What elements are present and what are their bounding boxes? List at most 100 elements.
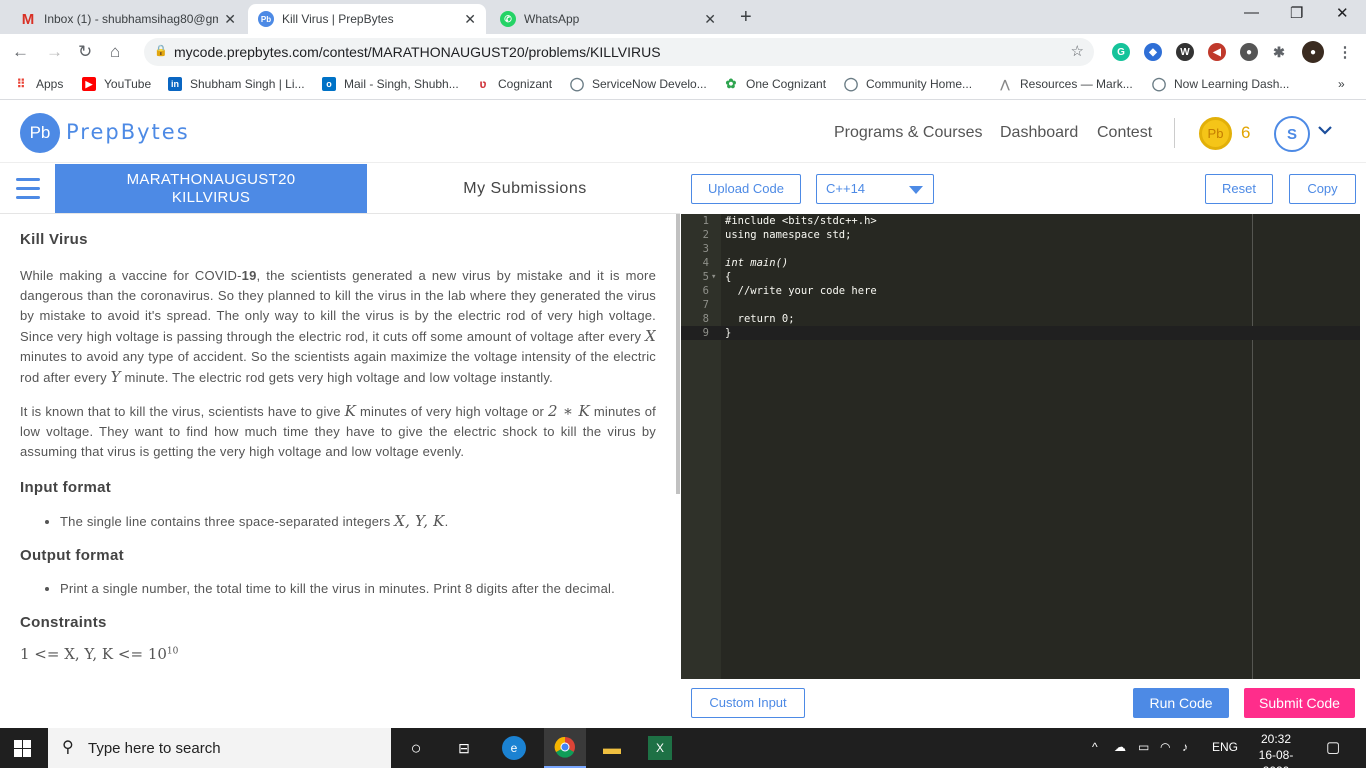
back-icon[interactable]: ← xyxy=(12,42,29,62)
bookmark-cognizant[interactable]: ʋ Cognizant xyxy=(476,77,553,91)
minimize-icon[interactable]: — xyxy=(1244,4,1259,21)
bookmark-star-icon[interactable]: ☆ xyxy=(1071,42,1084,60)
extension-icon[interactable]: ● xyxy=(1240,43,1258,61)
tab-my-submissions[interactable]: My Submissions xyxy=(370,164,680,213)
copy-button[interactable]: Copy xyxy=(1289,174,1356,204)
math: 2 ∗ K xyxy=(548,402,590,420)
bookmarks-overflow[interactable]: » xyxy=(1338,77,1345,91)
prepbytes-logo-icon[interactable]: Pb xyxy=(20,113,60,153)
code-line: 3 xyxy=(681,242,1360,256)
line-number: 9 xyxy=(702,327,709,339)
forward-icon[interactable]: → xyxy=(46,42,63,62)
bookmark-one-cognizant[interactable]: ✿ One Cognizant xyxy=(724,76,827,91)
math: K xyxy=(344,402,357,420)
language-select[interactable]: C++14 xyxy=(816,174,934,204)
apps-grid-icon: ⠿ xyxy=(16,77,26,91)
excel-icon[interactable]: X xyxy=(648,736,672,760)
close-tab-icon[interactable]: ✕ xyxy=(464,11,476,28)
profile-avatar[interactable]: ● xyxy=(1302,41,1324,63)
youtube-icon: ▶ xyxy=(82,77,96,91)
url-field[interactable]: 🔒 mycode.prepbytes.com/contest/MARATHONA… xyxy=(144,38,1094,66)
gmail-icon: M xyxy=(21,10,35,28)
clock[interactable]: 20:32 16-08-2020 xyxy=(1246,731,1306,779)
line-number: 5 xyxy=(702,271,709,283)
tab-gmail[interactable]: M Inbox (1) - shubhamsihag80@gm ✕ xyxy=(10,4,246,34)
bookmark-mail[interactable]: o Mail - Singh, Shubh... xyxy=(322,77,459,91)
upload-code-button[interactable]: Upload Code xyxy=(691,174,801,204)
math: X, Y, K xyxy=(394,512,445,530)
code-text: using namespace std; xyxy=(725,229,852,241)
custom-input-button[interactable]: Custom Input xyxy=(691,688,805,718)
close-window-icon[interactable]: ✕ xyxy=(1336,4,1349,22)
notifications-icon[interactable]: ▢ xyxy=(1326,738,1340,756)
bookmark-label: Resources — Mark... xyxy=(1020,77,1133,91)
tray-chevron-icon[interactable]: ^ xyxy=(1092,740,1098,754)
restore-icon[interactable]: ❐ xyxy=(1290,4,1303,22)
home-icon[interactable]: ⌂ xyxy=(110,42,120,62)
chevron-down-icon[interactable] xyxy=(1318,122,1332,140)
code-text: } xyxy=(725,327,732,339)
prepbytes-logo-text[interactable]: PrepBytes xyxy=(66,120,190,144)
submit-code-button[interactable]: Submit Code xyxy=(1244,688,1355,718)
chrome-taskbar-item[interactable] xyxy=(544,728,586,768)
wifi-icon[interactable]: ◠ xyxy=(1160,740,1170,754)
extension-icon[interactable]: W xyxy=(1176,43,1194,61)
bookmark-apps[interactable]: ⠿ Apps xyxy=(14,77,64,91)
one-cognizant-icon: ✿ xyxy=(725,76,737,91)
tab-problem[interactable]: MARATHONAUGUST20 KILLVIRUS xyxy=(55,164,367,213)
hamburger-menu-icon[interactable] xyxy=(16,178,40,205)
cortana-icon[interactable]: ○ xyxy=(404,736,428,760)
tab-title: Kill Virus | PrepBytes xyxy=(282,12,394,26)
text: minute. The electric rod gets very high … xyxy=(120,370,553,385)
scrollbar[interactable] xyxy=(676,214,680,494)
run-code-button[interactable]: Run Code xyxy=(1133,688,1229,718)
close-tab-icon[interactable]: ✕ xyxy=(224,11,236,28)
tab-whatsapp[interactable]: ✆ WhatsApp ✕ xyxy=(490,4,726,34)
puzzle-icon[interactable]: ✱ xyxy=(1270,43,1288,61)
battery-icon[interactable]: ▭ xyxy=(1138,740,1149,754)
windows-taskbar: ⚲ Type here to search ○ ⊟ e ▬ X ^ ☁ ▭ ◠ … xyxy=(0,728,1366,778)
bookmark-label: YouTube xyxy=(104,77,152,91)
grammarly-icon[interactable]: G xyxy=(1112,43,1130,61)
bookmark-servicenow[interactable]: ◯ ServiceNow Develo... xyxy=(570,76,707,91)
fold-icon[interactable]: ▾ xyxy=(711,270,716,284)
list-item: The single line contains three space-sep… xyxy=(60,511,656,532)
reload-icon[interactable]: ↻ xyxy=(78,42,92,62)
volume-icon[interactable]: ♪ xyxy=(1182,740,1188,754)
windows-start-icon[interactable] xyxy=(14,740,31,757)
close-tab-icon[interactable]: ✕ xyxy=(704,11,716,28)
bookmark-youtube[interactable]: ▶ YouTube xyxy=(82,77,151,91)
bookmark-linkedin[interactable]: in Shubham Singh | Li... xyxy=(168,77,305,91)
taskbar-search[interactable]: ⚲ Type here to search xyxy=(48,728,391,768)
text: digits after the decimal. xyxy=(472,581,615,596)
nav-programs-courses[interactable]: Programs & Courses xyxy=(834,124,983,142)
bookmark-community[interactable]: ◯ Community Home... xyxy=(843,76,972,91)
onedrive-icon[interactable]: ☁ xyxy=(1114,740,1126,754)
user-avatar[interactable]: S xyxy=(1274,116,1310,152)
kebab-menu-icon[interactable]: ⋮ xyxy=(1336,43,1354,61)
nav-contest[interactable]: Contest xyxy=(1097,124,1152,142)
reset-button[interactable]: Reset xyxy=(1205,174,1273,204)
bookmark-now-learning[interactable]: ◯ Now Learning Dash... xyxy=(1152,76,1290,91)
tab-prepbytes[interactable]: Pb Kill Virus | PrepBytes ✕ xyxy=(248,4,486,34)
code-text: int main() xyxy=(725,257,789,269)
problem-description: While making a vaccine for COVID-19, the… xyxy=(20,266,656,388)
extension-icon[interactable]: ◆ xyxy=(1144,43,1162,61)
output-format-heading: Output format xyxy=(20,547,124,564)
edge-icon[interactable]: e xyxy=(502,736,526,760)
line-number: 7 xyxy=(702,299,709,311)
bookmark-resources[interactable]: ⋀ Resources — Mark... xyxy=(998,77,1133,91)
new-tab-icon[interactable]: + xyxy=(740,6,752,29)
task-view-icon[interactable]: ⊟ xyxy=(452,736,476,760)
chrome-icon xyxy=(554,736,575,758)
globe-icon: ◯ xyxy=(843,76,859,91)
file-explorer-icon[interactable]: ▬ xyxy=(600,736,624,760)
code-line: 5 ▾ { xyxy=(681,270,1360,284)
input-language[interactable]: ENG xyxy=(1212,740,1238,754)
code-text: return 0; xyxy=(725,313,795,325)
extension-icon[interactable]: ◀ xyxy=(1208,43,1226,61)
nav-dashboard[interactable]: Dashboard xyxy=(1000,124,1078,142)
code-editor[interactable]: 1 #include <bits/stdc++.h> 2 using namespa… xyxy=(681,214,1360,679)
code-text: { xyxy=(725,271,732,283)
cognizant-icon: ʋ xyxy=(479,77,487,91)
